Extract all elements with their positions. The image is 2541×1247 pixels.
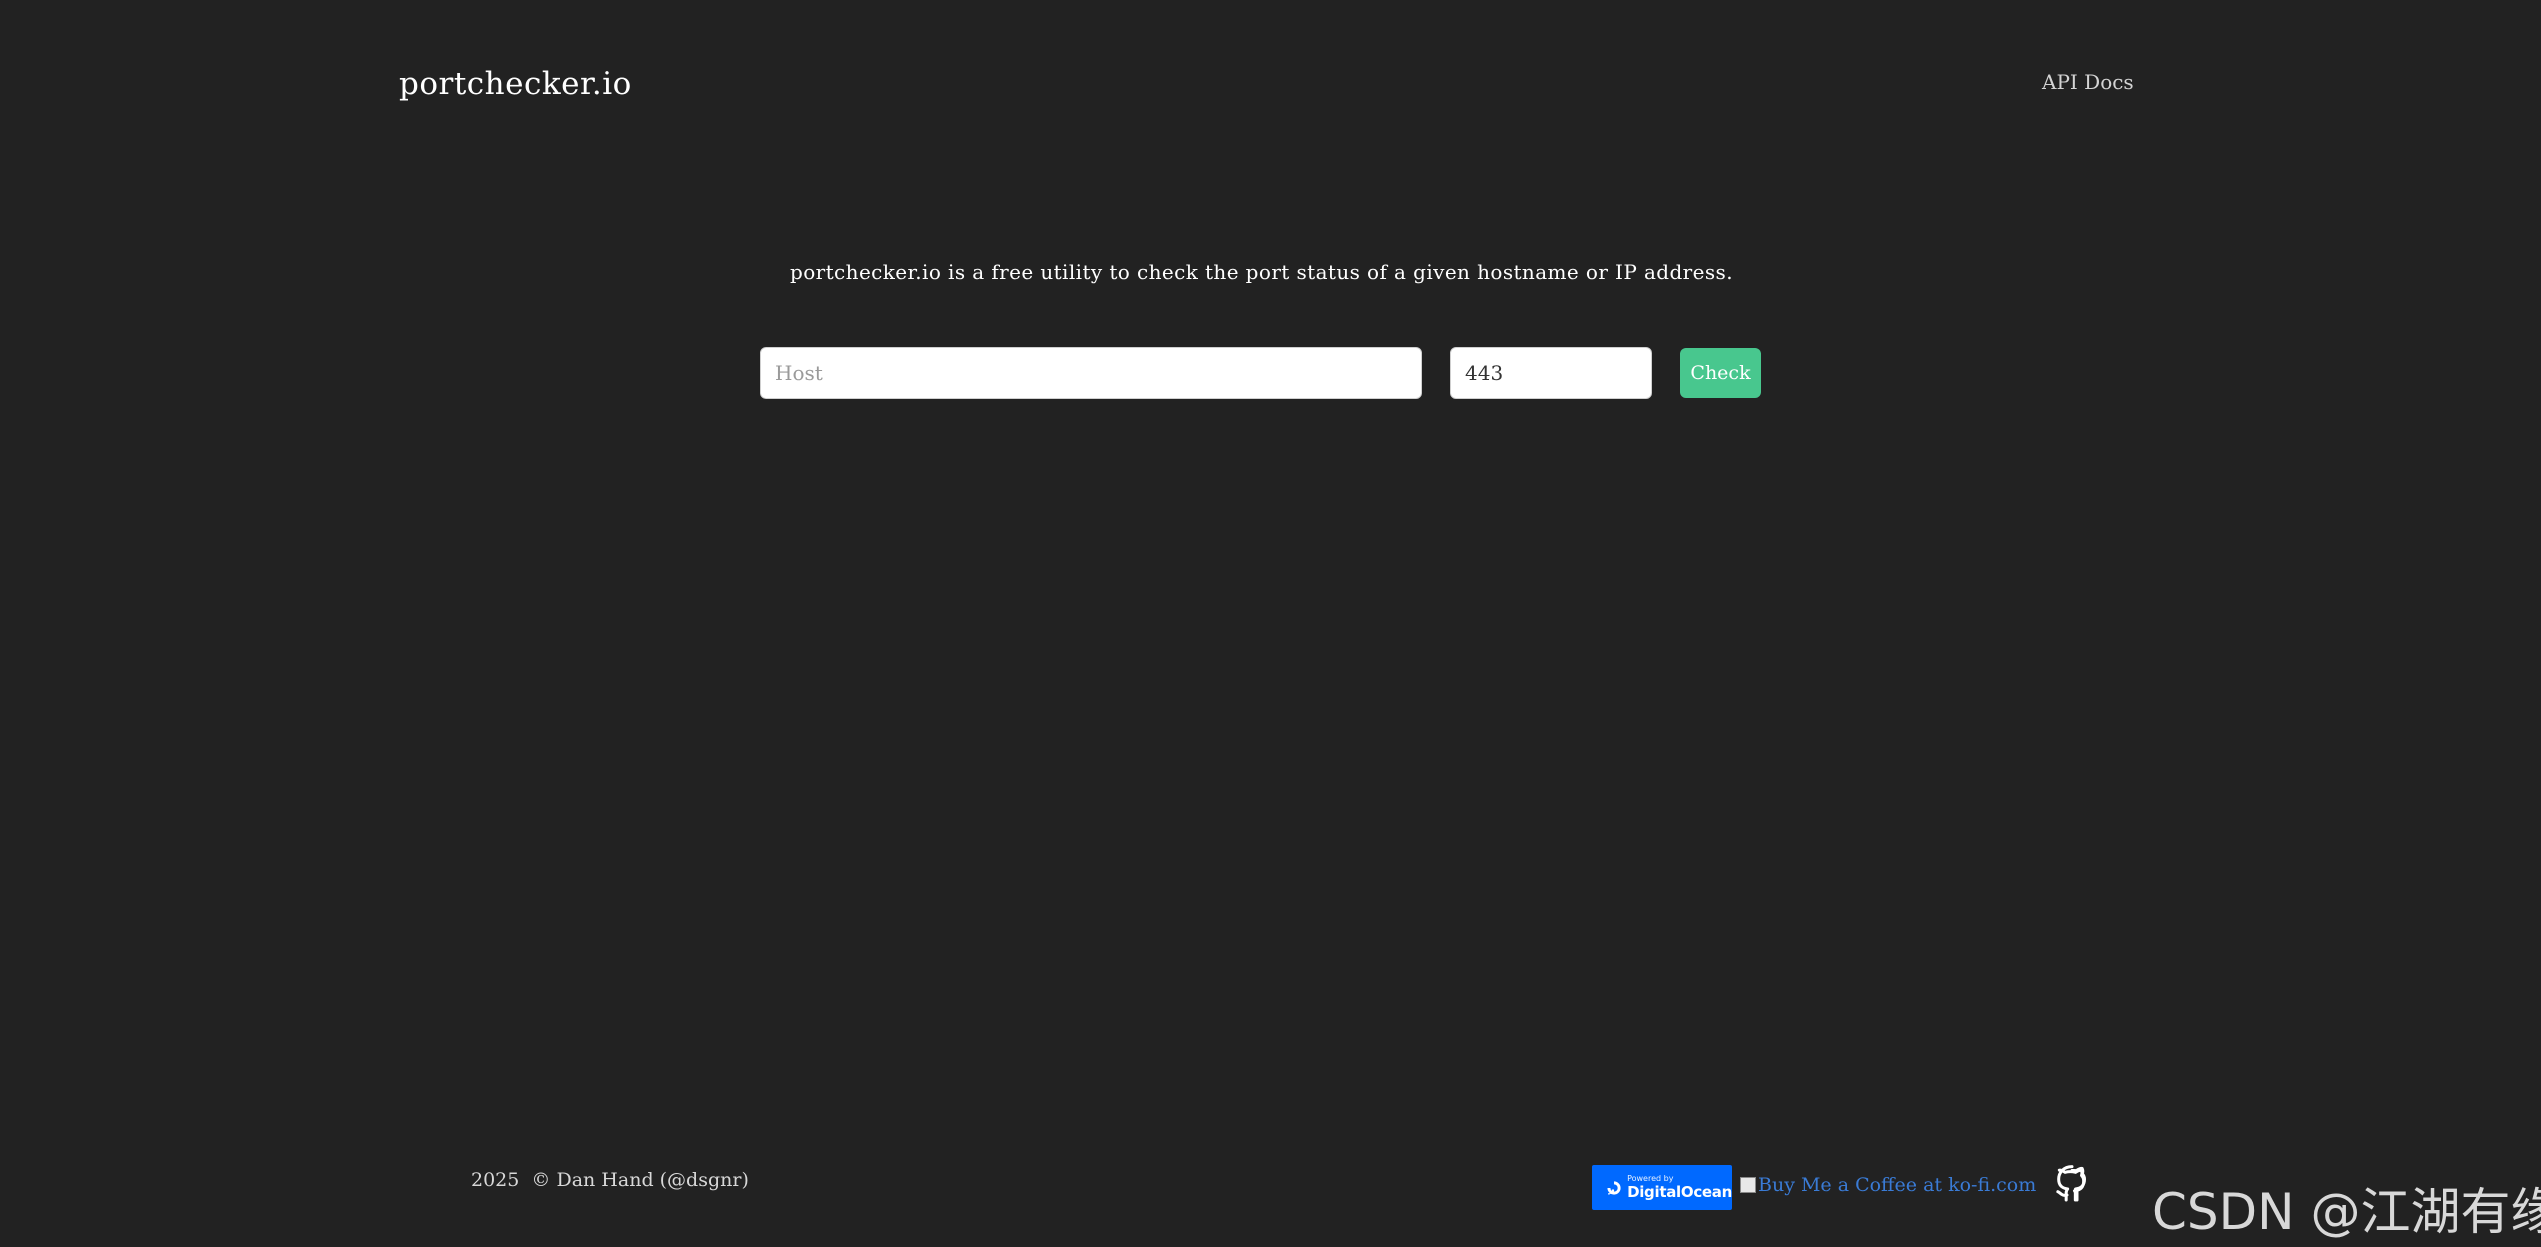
brand-logo-link[interactable]: portchecker.io xyxy=(399,66,632,102)
nav-api-docs-link[interactable]: API Docs xyxy=(2042,70,2134,94)
footer-copyright: 2025 © Dan Hand (@dsgnr) xyxy=(471,1169,749,1191)
kofi-link[interactable]: Buy Me a Coffee at ko-fi.com xyxy=(1740,1174,2036,1196)
check-button[interactable]: Check xyxy=(1680,348,1761,398)
page: portchecker.io API Docs portchecker.io i… xyxy=(0,0,2541,1247)
digitalocean-badge-text: Powered by DigitalOcean xyxy=(1627,1175,1732,1200)
host-input[interactable] xyxy=(760,347,1422,399)
csdn-watermark: CSDN @江湖有缘 xyxy=(2152,1183,2541,1241)
kofi-alt-text: Buy Me a Coffee at ko-fi.com xyxy=(1758,1174,2037,1196)
github-icon[interactable] xyxy=(2052,1163,2092,1207)
digitalocean-logo-icon xyxy=(1607,1180,1621,1195)
digitalocean-badge-small: Powered by xyxy=(1627,1174,1674,1183)
broken-image-icon xyxy=(1740,1177,1756,1193)
digitalocean-badge-link[interactable]: Powered by DigitalOcean xyxy=(1592,1165,1732,1210)
port-input[interactable] xyxy=(1450,347,1652,399)
digitalocean-badge-name: DigitalOcean xyxy=(1627,1183,1732,1201)
tagline-text: portchecker.io is a free utility to chec… xyxy=(790,260,1733,284)
